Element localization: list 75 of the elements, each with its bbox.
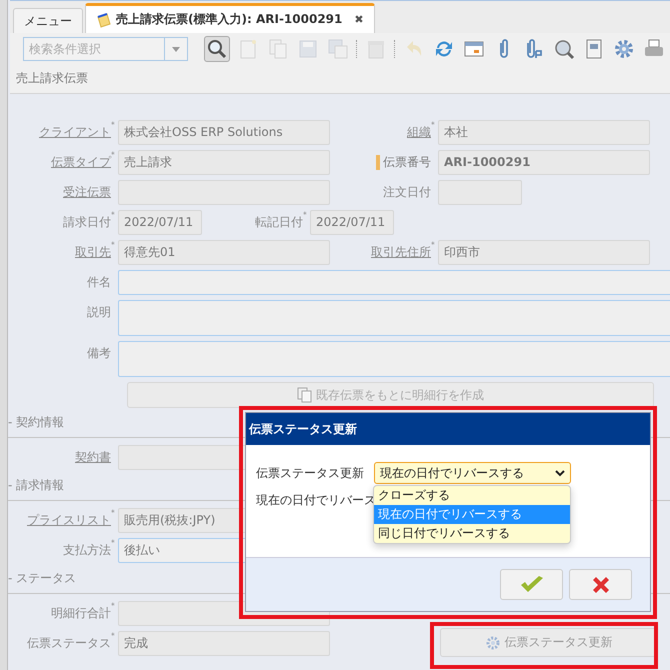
field-link[interactable]: クライアント xyxy=(39,120,111,145)
key-field-marker xyxy=(376,155,380,170)
toolbar-button[interactable] xyxy=(204,36,230,62)
required-mark: * xyxy=(303,210,307,220)
input-field[interactable]: 得意先01 xyxy=(118,240,330,265)
required-mark: * xyxy=(111,601,115,611)
settings-icon xyxy=(613,38,635,60)
note-icon xyxy=(96,12,112,28)
field-label: 転記日付 xyxy=(255,215,303,231)
tab[interactable]: 売上請求伝票(標準入力): ARI-1000291 ✖ xyxy=(85,3,375,33)
input-field[interactable]: ARI-1000291 xyxy=(438,150,650,175)
required-mark: * xyxy=(111,631,115,641)
close-icon[interactable]: ✖ xyxy=(354,13,364,26)
input-field[interactable] xyxy=(118,341,670,377)
input-field[interactable]: 完成 xyxy=(118,631,330,656)
required-mark: * xyxy=(111,210,115,220)
search-combo[interactable]: 検索条件選択 xyxy=(23,37,188,61)
input-field[interactable] xyxy=(438,180,522,205)
field-label: 備考 xyxy=(87,345,111,362)
section-header[interactable]: - 契約情報 xyxy=(8,415,64,429)
field-link[interactable]: 受注伝票 xyxy=(63,180,111,205)
field-link[interactable]: 組織 xyxy=(407,120,431,145)
section-header[interactable]: - ステータス xyxy=(8,571,76,585)
input-field[interactable] xyxy=(118,300,670,336)
bin-icon xyxy=(365,38,387,60)
field-label: 支払方法 xyxy=(63,543,111,559)
cancel-button[interactable] xyxy=(569,569,632,600)
copy-icon xyxy=(267,38,289,60)
ok-button[interactable] xyxy=(500,569,563,600)
input-field[interactable] xyxy=(118,180,330,205)
required-mark: * xyxy=(111,120,115,130)
input-field[interactable]: 売上請求 xyxy=(118,150,330,175)
tab[interactable]: メニュー xyxy=(13,8,83,33)
field-label: 件名 xyxy=(87,274,111,291)
dropdown-option[interactable]: 現在の日付でリバースする xyxy=(374,505,570,524)
field-label: 伝票番号 xyxy=(383,154,431,171)
required-mark: * xyxy=(431,120,435,130)
field-label: 説明 xyxy=(87,304,111,321)
check-icon xyxy=(518,574,544,594)
copy-icon xyxy=(297,387,313,403)
field-label: 伝票ステータス xyxy=(27,636,111,652)
input-field[interactable]: 本社 xyxy=(438,120,650,145)
floppy-copy-icon xyxy=(327,38,349,60)
window-title: 売上請求伝票 xyxy=(10,65,670,94)
magnifier-icon xyxy=(553,38,575,60)
input-field[interactable]: 印西市 xyxy=(438,240,650,265)
required-mark: * xyxy=(111,240,115,250)
required-mark: * xyxy=(431,240,435,250)
field-link[interactable]: 契約書 xyxy=(75,445,111,470)
input-field[interactable] xyxy=(118,270,670,295)
caret-icon xyxy=(172,46,180,52)
floppy-icon xyxy=(297,38,319,60)
input-field[interactable]: 2022/07/11 xyxy=(310,210,394,235)
gear-icon xyxy=(486,636,500,650)
field-label: 伝票ステータス更新 xyxy=(256,464,364,482)
required-mark: * xyxy=(111,508,115,518)
required-mark: * xyxy=(111,538,115,548)
input-field[interactable]: 株式会社OSS ERP Solutions xyxy=(118,120,330,145)
field-link[interactable]: プライスリスト xyxy=(27,508,111,533)
status-select[interactable]: 現在の日付でリバースする xyxy=(374,462,571,484)
dropdown-option[interactable]: 同じ日付でリバースする xyxy=(374,524,570,543)
dialog-title: 伝票ステータス更新 xyxy=(246,413,650,445)
field-link[interactable]: 取引先住所 xyxy=(371,240,431,265)
field-label: 明細行合計 xyxy=(51,606,111,622)
chevron-icon xyxy=(555,470,565,476)
field-link[interactable]: 伝票タイプ xyxy=(51,150,111,175)
dropdown-option[interactable]: クローズする xyxy=(374,486,570,505)
input-field[interactable]: 2022/07/11 xyxy=(118,210,202,235)
section-header[interactable]: - 請求情報 xyxy=(8,478,64,492)
field-label: 請求日付 xyxy=(63,215,111,231)
toolbar-button[interactable] xyxy=(612,37,636,61)
required-mark: * xyxy=(111,150,115,159)
field-label: 注文日付 xyxy=(383,184,431,201)
search-icon xyxy=(206,38,228,60)
field-link[interactable]: 取引先 xyxy=(75,240,111,265)
